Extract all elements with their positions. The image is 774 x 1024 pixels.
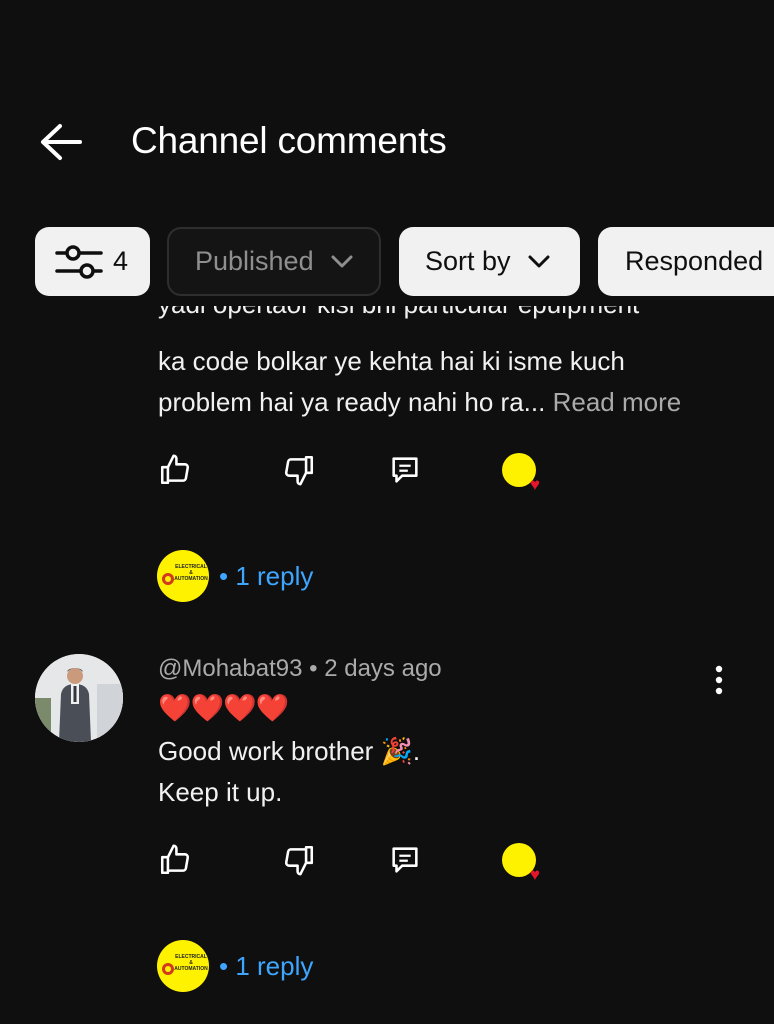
view-replies-button[interactable]: ELECTRICAL & AUTOMATION • 1 reply [157,938,313,994]
top-app-bar: Channel comments [0,100,774,184]
channel-avatar: ELECTRICAL & AUTOMATION [157,940,209,992]
filter-count: 4 [113,246,129,276]
published-dropdown-chip[interactable]: Published [167,227,381,296]
comment-meta: @Mohabat93 • 2 days ago [158,655,442,683]
sort-by-label: Sort by [425,246,511,276]
more-vert-icon [715,665,723,695]
reply-count: • 1 reply [219,950,314,981]
read-more-link[interactable]: Read more [553,387,682,417]
comment-action-bar: ♥ [150,445,570,505]
comment-text: Good work brother 🎉. Keep it up. [158,731,420,813]
comment-time: • 2 days ago [309,655,442,682]
reply-icon [392,457,418,483]
comment-text-line: problem hai ya ready nahi ho ra... Read … [158,387,682,417]
like-icon [160,454,190,485]
channel-mini-avatar: ♥ [502,453,540,493]
comment-text: ka code bolkar ye kehta hai ki isme kuch… [158,341,681,423]
like-button[interactable] [150,835,200,885]
creator-heart-icon: ♥ [529,475,540,494]
channel-mini-avatar: ♥ [502,843,540,883]
dislike-icon [284,845,314,876]
comment-hearts: ❤️❤️❤️❤️ [158,693,289,723]
published-label: Published [195,246,314,276]
channel-logo-text: ELECTRICAL & AUTOMATION [174,954,208,972]
reply-icon [392,847,418,873]
responded-chip[interactable]: Responded [598,227,774,296]
dislike-icon [284,455,314,486]
comment-text-clipped-line: yadi opertaor kisi bhi particular epuipm… [158,306,718,334]
view-replies-button[interactable]: ELECTRICAL & AUTOMATION • 1 reply [157,548,313,604]
filter-sliders-icon [55,244,103,279]
reply-button[interactable] [380,445,430,495]
chevron-down-icon [528,255,550,267]
responded-label: Responded [625,246,764,276]
like-button[interactable] [150,445,200,495]
reply-button[interactable] [380,835,430,885]
creator-heart-button[interactable]: ♥ [494,445,544,495]
channel-avatar: ELECTRICAL & AUTOMATION [157,550,209,602]
dislike-button[interactable] [274,835,324,885]
page-title: Channel comments [131,120,447,161]
back-arrow-icon [41,124,82,160]
reply-count: • 1 reply [219,560,314,591]
commenter-avatar[interactable] [35,654,123,742]
creator-heart-button[interactable]: ♥ [494,835,544,885]
comment-text-line: Good work brother 🎉. [158,736,421,766]
filter-chip[interactable]: 4 [35,227,150,296]
chevron-down-icon [331,255,353,267]
back-button[interactable] [36,118,84,166]
comment-action-bar: ♥ [150,835,570,895]
creator-heart-icon: ♥ [529,865,540,884]
like-icon [160,844,190,875]
more-options-button[interactable] [699,660,739,700]
sort-by-chip[interactable]: Sort by [399,227,580,296]
dislike-button[interactable] [274,445,324,495]
person-photo [35,654,123,742]
comment-text-line: ka code bolkar ye kehta hai ki isme kuch [158,346,625,376]
comment-author[interactable]: @Mohabat93 [158,655,302,682]
comment-text-line: Keep it up. [158,777,283,807]
filter-chip-bar: 4 Published Sort by Responded [0,227,774,297]
channel-logo-text: ELECTRICAL & AUTOMATION [174,564,208,582]
